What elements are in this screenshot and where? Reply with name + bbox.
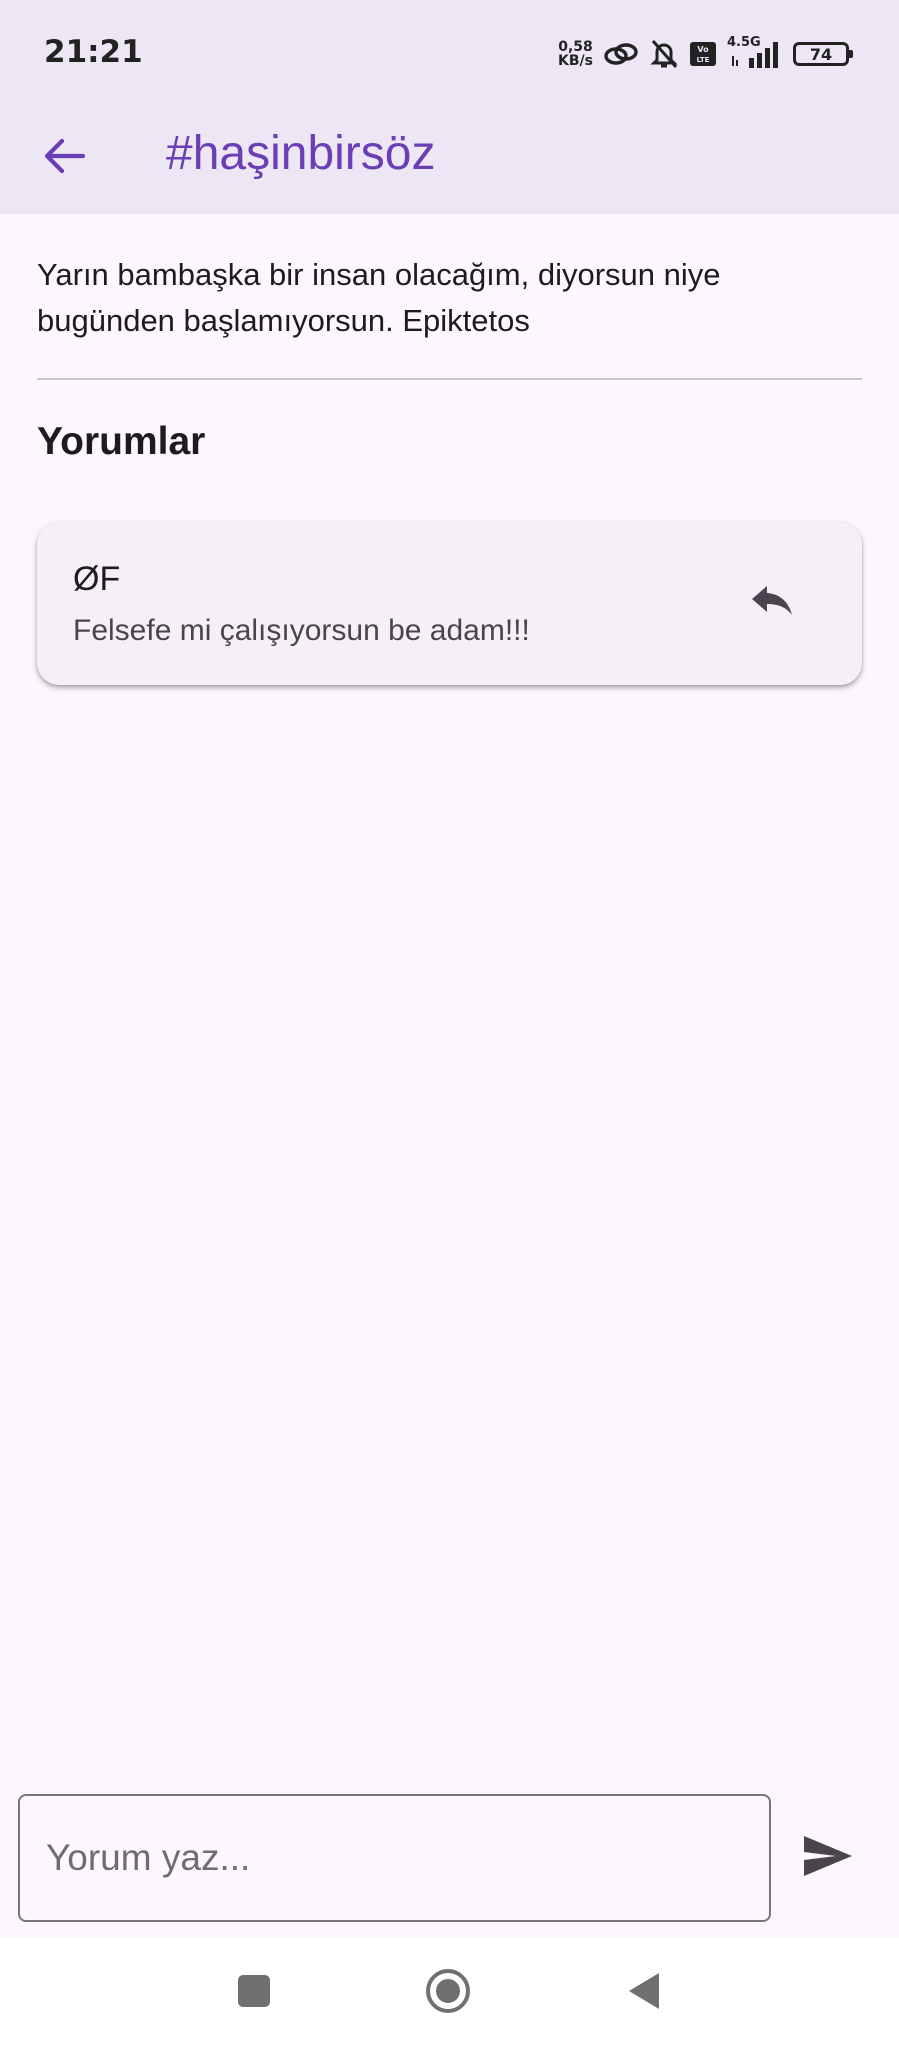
volte-icon: Vo LTE — [689, 41, 717, 67]
status-bar: 21:21 0,58 KB/s Vo LTE 4.5G 74 — [0, 0, 899, 108]
back-button[interactable] — [36, 130, 92, 186]
comments-title: Yorumlar — [37, 420, 206, 463]
home-button[interactable] — [413, 1958, 483, 2028]
reply-icon — [749, 582, 795, 623]
link-icon — [603, 39, 639, 69]
top-area: 21:21 0,58 KB/s Vo LTE 4.5G 74 #haşinbir… — [0, 0, 899, 214]
bell-off-icon — [649, 38, 679, 70]
status-time: 21:21 — [44, 34, 143, 70]
comment-author: ØF — [73, 560, 121, 598]
reply-button[interactable] — [744, 574, 800, 630]
home-icon — [424, 1967, 472, 2020]
send-button[interactable] — [796, 1826, 860, 1890]
back-icon — [625, 1971, 661, 2016]
net-speed-unit: KB/s — [558, 53, 593, 69]
network-type: 4.5G — [727, 35, 761, 50]
signal-icon: 4.5G — [727, 35, 783, 70]
status-icons: 0,58 KB/s Vo LTE 4.5G 74 — [558, 35, 853, 72]
recents-button[interactable] — [219, 1958, 289, 2028]
comments-screen: 21:21 0,58 KB/s Vo LTE 4.5G 74 #haşinbir… — [0, 0, 899, 2048]
svg-text:Vo: Vo — [697, 45, 709, 54]
net-speed: 0,58 KB/s — [558, 40, 593, 68]
divider — [37, 378, 862, 380]
nav-back-button[interactable] — [608, 1958, 678, 2028]
recents-icon — [236, 1973, 272, 2014]
svg-text:LTE: LTE — [697, 56, 710, 64]
battery-icon: 74 — [793, 42, 853, 66]
comment-text: Felsefe mi çalışıyorsun be adam!!! — [73, 614, 530, 647]
post-text: Yarın bambaşka bir insan olacağım, diyor… — [37, 257, 721, 338]
app-bar: #haşinbirsöz — [0, 108, 899, 214]
arrow-left-icon — [43, 138, 86, 179]
comment-card: ØF Felsefe mi çalışıyorsun be adam!!! — [37, 522, 862, 685]
page-title: #haşinbirsöz — [166, 127, 436, 180]
net-speed-value: 0,58 — [558, 39, 593, 55]
system-nav-bar — [0, 1938, 899, 2048]
send-icon — [802, 1834, 854, 1883]
battery-level: 74 — [809, 44, 833, 64]
comment-input[interactable] — [18, 1794, 771, 1922]
